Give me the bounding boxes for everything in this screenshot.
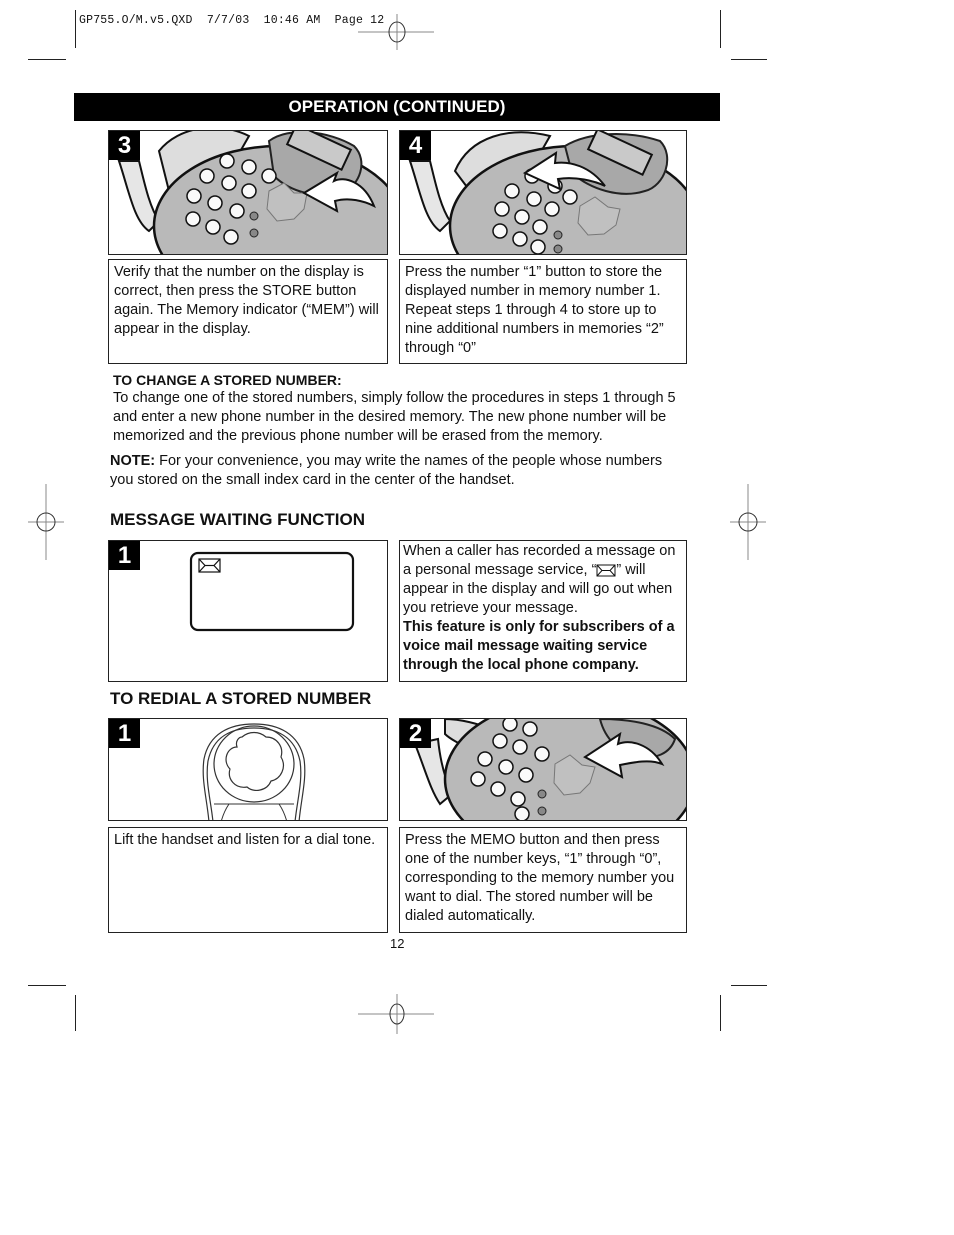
page-number: 12 bbox=[390, 936, 405, 951]
lcd-display bbox=[189, 551, 355, 632]
step-4-instructions: Press the number “1” button to store the… bbox=[399, 259, 687, 364]
crop-mark bbox=[731, 985, 767, 986]
step-text: Lift the handset and listen for a dial t… bbox=[114, 832, 376, 848]
redial-step-1-illustration: 1 bbox=[108, 718, 388, 821]
note-paragraph: NOTE: For your convenience, you may writ… bbox=[110, 452, 670, 490]
envelope-icon bbox=[596, 564, 616, 577]
phone-base-icon bbox=[408, 131, 686, 254]
crop-mark bbox=[28, 59, 66, 60]
message-waiting-instructions: When a caller has recorded a message on … bbox=[399, 540, 687, 682]
step-3-illustration: 3 bbox=[108, 130, 388, 255]
message-subscriber-note: This feature is only for subscribers of … bbox=[403, 619, 675, 673]
message-waiting-illustration: 1 bbox=[108, 540, 388, 682]
step-number: 2 bbox=[400, 719, 431, 748]
redial-step-2-illustration: 2 bbox=[399, 718, 687, 821]
step-number: 3 bbox=[109, 131, 140, 160]
step-number: 4 bbox=[400, 131, 431, 160]
step-text: Press the MEMO button and then press one… bbox=[405, 832, 675, 924]
redial-step-1-instructions: Lift the handset and listen for a dial t… bbox=[108, 827, 388, 933]
printer-slug: GP755.O/M.v5.QXD 7/7/03 10:46 AM Page 12 bbox=[79, 14, 385, 27]
phone-base-icon bbox=[117, 131, 387, 254]
envelope-icon bbox=[198, 558, 221, 573]
step-number: 1 bbox=[109, 719, 140, 748]
crop-mark bbox=[720, 10, 721, 48]
step-3-instructions: Verify that the number on the display is… bbox=[108, 259, 388, 364]
handset-icon bbox=[202, 723, 306, 820]
registration-mark-bottom bbox=[358, 994, 434, 1034]
crop-mark bbox=[720, 995, 721, 1031]
crop-mark bbox=[731, 59, 767, 60]
step-4-illustration: 4 bbox=[399, 130, 687, 255]
step-text: Verify that the number on the display is… bbox=[114, 264, 379, 337]
registration-mark-left bbox=[28, 484, 64, 560]
change-section-body: To change one of the stored numbers, sim… bbox=[113, 390, 676, 444]
step-text: Press the number “1” button to store the… bbox=[405, 264, 664, 356]
registration-mark-top bbox=[358, 14, 434, 50]
note-label: NOTE: bbox=[110, 453, 156, 469]
crop-mark bbox=[75, 10, 76, 48]
crop-mark bbox=[75, 995, 76, 1031]
message-waiting-heading: MESSAGE WAITING FUNCTION bbox=[110, 510, 365, 529]
redial-heading: TO REDIAL A STORED NUMBER bbox=[110, 689, 372, 708]
section-banner: OPERATION (CONTINUED) bbox=[74, 93, 720, 121]
crop-mark bbox=[28, 985, 66, 986]
registration-mark-right bbox=[730, 484, 766, 560]
redial-step-2-instructions: Press the MEMO button and then press one… bbox=[399, 827, 687, 933]
phone-base-icon bbox=[413, 719, 686, 820]
change-section-heading: TO CHANGE A STORED NUMBER: bbox=[113, 372, 342, 388]
step-number: 1 bbox=[109, 541, 140, 570]
note-body: For your convenience, you may write the … bbox=[110, 453, 663, 488]
